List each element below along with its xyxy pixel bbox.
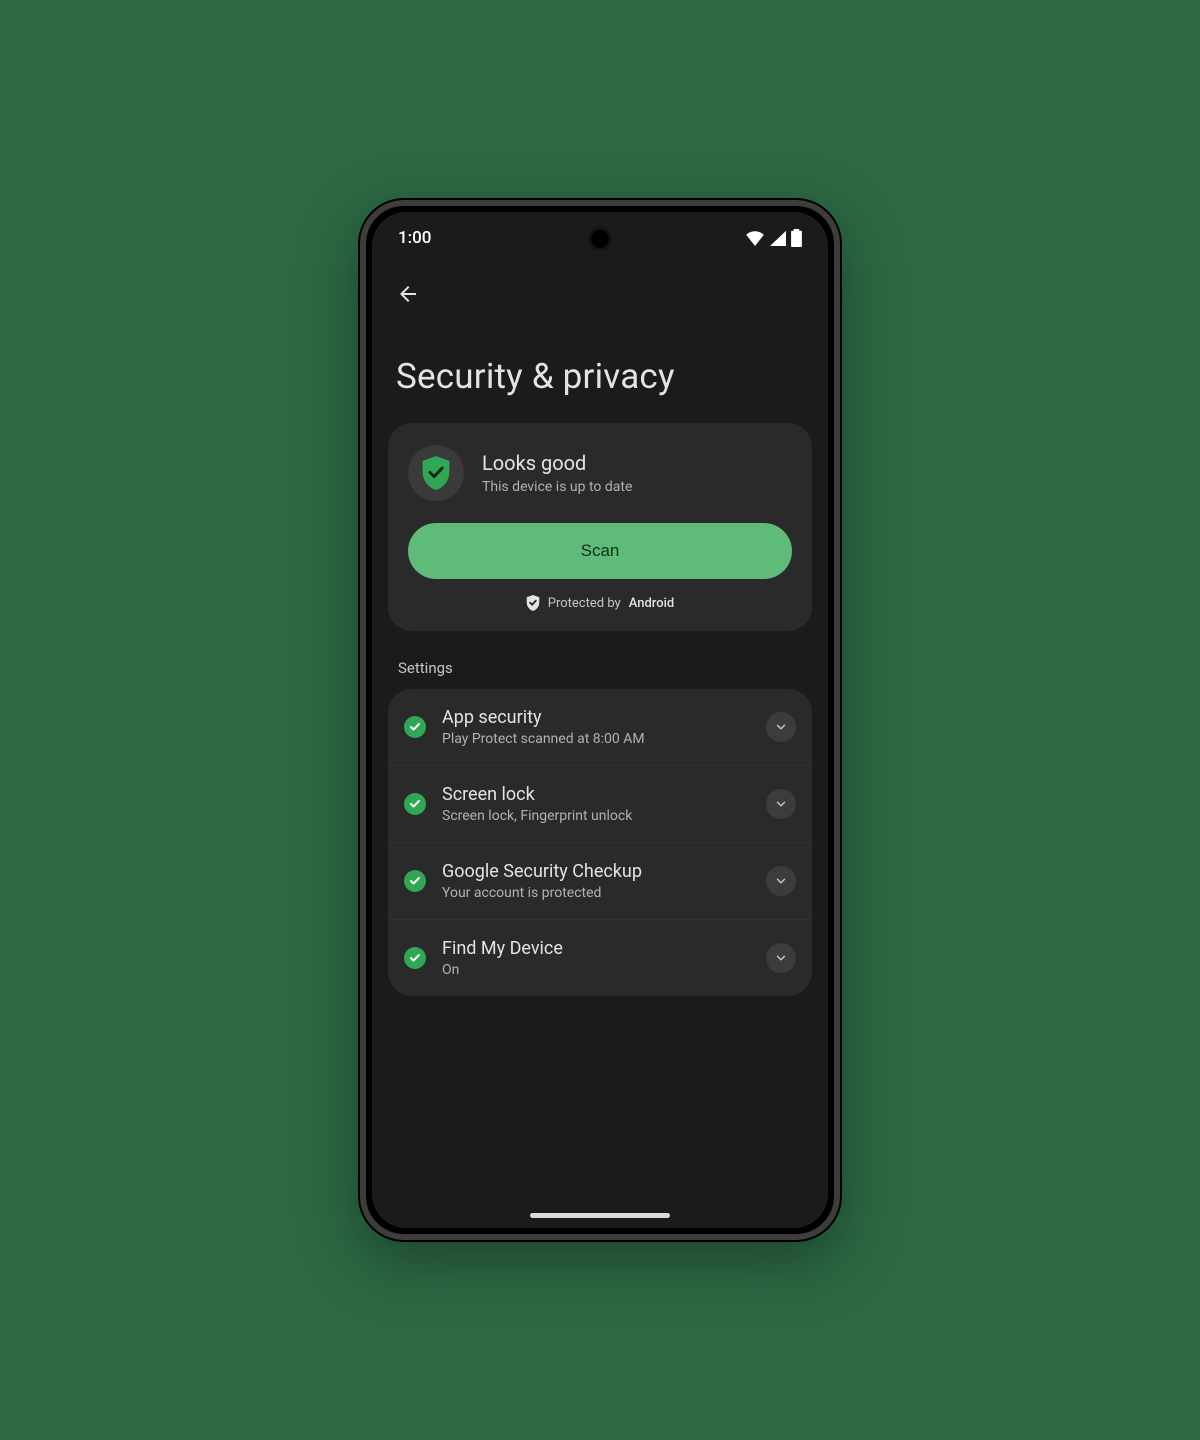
protected-by: Protected by Android — [408, 595, 792, 611]
status-ok-icon — [404, 716, 426, 738]
chevron-down-icon — [774, 720, 788, 734]
status-header: Looks good This device is up to date — [408, 445, 792, 501]
protected-os: Android — [629, 596, 675, 611]
page-title: Security & privacy — [372, 318, 828, 423]
scan-button[interactable]: Scan — [408, 523, 792, 579]
screen: 1:00 Security & privacy — [372, 212, 828, 1228]
row-find-my-device[interactable]: Find My Device On — [388, 919, 812, 996]
row-title: Google Security Checkup — [442, 861, 750, 882]
row-subtitle: Your account is protected — [442, 885, 750, 901]
expand-button[interactable] — [766, 789, 796, 819]
status-ok-icon — [404, 793, 426, 815]
phone-frame: 1:00 Security & privacy — [360, 200, 840, 1240]
home-indicator[interactable] — [530, 1213, 670, 1218]
check-icon — [409, 798, 421, 810]
content: Security & privacy Looks good This devic… — [372, 212, 828, 1228]
status-ok-icon — [404, 870, 426, 892]
status-subtitle: This device is up to date — [482, 479, 632, 495]
row-title: Screen lock — [442, 784, 750, 805]
power-button — [838, 516, 840, 626]
shield-check-icon — [421, 456, 451, 490]
row-labels: App security Play Protect scanned at 8:0… — [442, 707, 750, 747]
back-button[interactable] — [392, 278, 424, 310]
row-app-security[interactable]: App security Play Protect scanned at 8:0… — [388, 689, 812, 765]
check-icon — [409, 875, 421, 887]
row-subtitle: On — [442, 962, 750, 978]
security-status-card: Looks good This device is up to date Sca… — [388, 423, 812, 631]
chevron-down-icon — [774, 797, 788, 811]
row-labels: Google Security Checkup Your account is … — [442, 861, 750, 901]
chevron-down-icon — [774, 874, 788, 888]
front-camera — [591, 230, 609, 248]
row-labels: Screen lock Screen lock, Fingerprint unl… — [442, 784, 750, 824]
chevron-down-icon — [774, 951, 788, 965]
row-screen-lock[interactable]: Screen lock Screen lock, Fingerprint unl… — [388, 765, 812, 842]
check-icon — [409, 721, 421, 733]
row-title: Find My Device — [442, 938, 750, 959]
settings-list: App security Play Protect scanned at 8:0… — [388, 689, 812, 996]
row-title: App security — [442, 707, 750, 728]
section-label: Settings — [372, 649, 828, 689]
row-subtitle: Play Protect scanned at 8:00 AM — [442, 731, 750, 747]
protected-prefix: Protected by — [548, 596, 621, 611]
status-ok-icon — [404, 947, 426, 969]
shield-badge — [408, 445, 464, 501]
status-text: Looks good This device is up to date — [482, 451, 632, 495]
arrow-left-icon — [396, 282, 420, 306]
status-title: Looks good — [482, 451, 632, 475]
expand-button[interactable] — [766, 712, 796, 742]
shield-small-icon — [526, 595, 540, 611]
app-bar — [372, 264, 828, 318]
row-google-security-checkup[interactable]: Google Security Checkup Your account is … — [388, 842, 812, 919]
expand-button[interactable] — [766, 866, 796, 896]
row-labels: Find My Device On — [442, 938, 750, 978]
check-icon — [409, 952, 421, 964]
row-subtitle: Screen lock, Fingerprint unlock — [442, 808, 750, 824]
expand-button[interactable] — [766, 943, 796, 973]
